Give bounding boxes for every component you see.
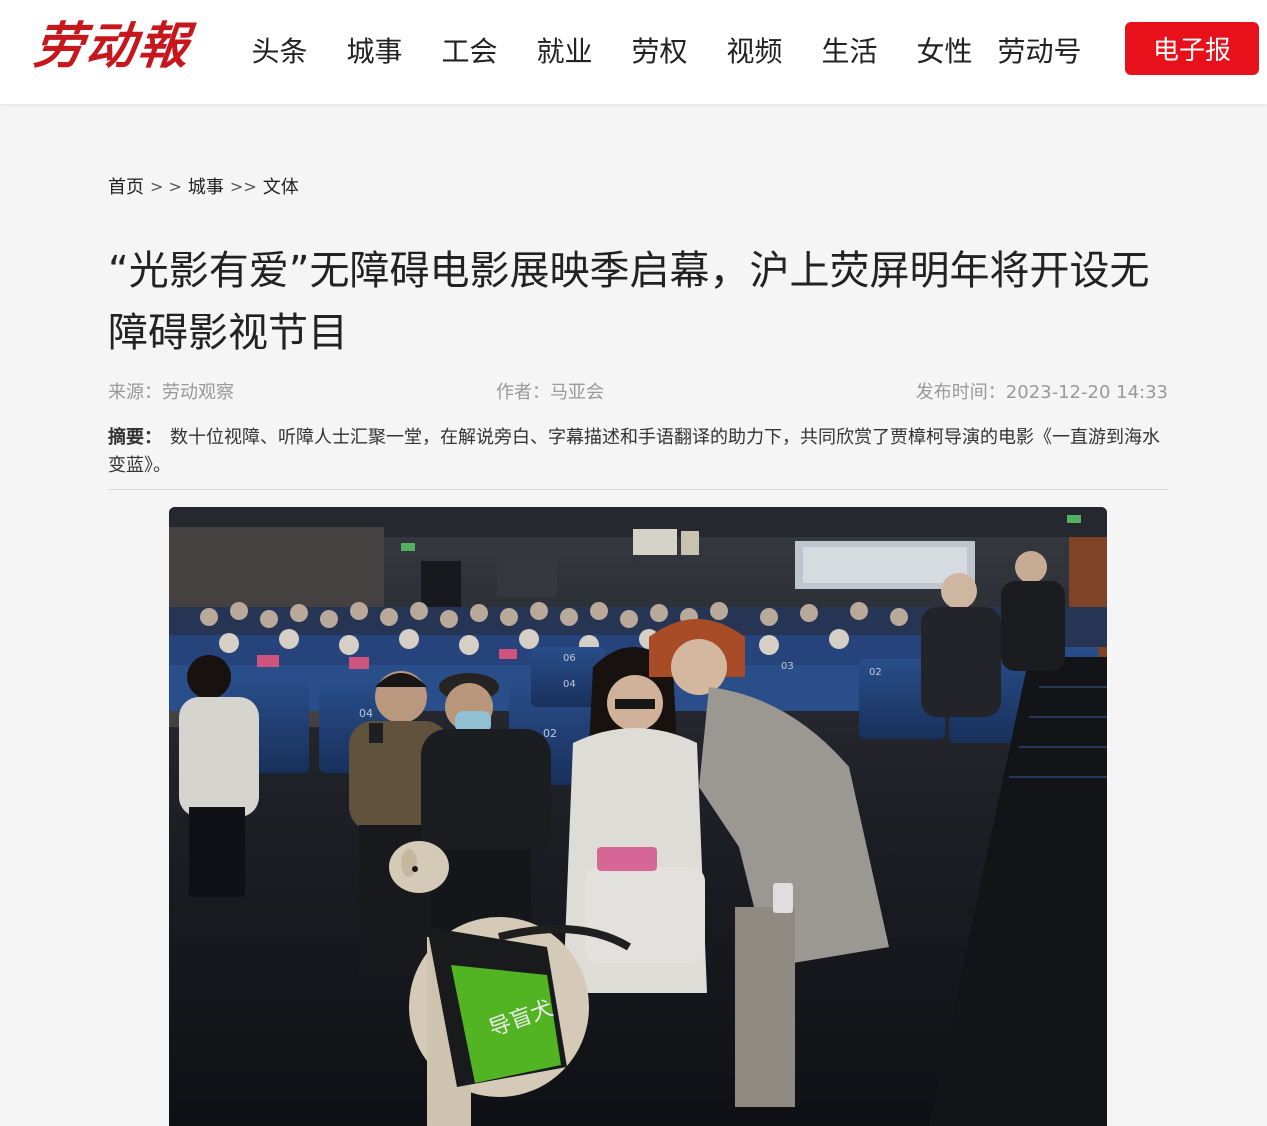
breadcrumb-subsection[interactable]: 文体	[263, 173, 299, 199]
summary-text: 数十位视障、听障人士汇聚一堂，在解说旁白、字幕描述和手语翻译的助力下，共同欣赏了…	[108, 427, 1160, 476]
nav-item-headlines[interactable]: 头条	[232, 30, 327, 70]
site-logo[interactable]: 劳动報	[31, 14, 194, 78]
breadcrumb-separator: > >	[150, 176, 182, 196]
article-meta: 来源：劳动观察 作者：马亚会 发布时间：2023-12-20 14:33	[108, 378, 1168, 406]
article-author: 作者：马亚会	[496, 382, 604, 403]
breadcrumb-home[interactable]: 首页	[108, 173, 144, 199]
epaper-button[interactable]: 电子报	[1125, 22, 1259, 75]
cinema-scene-illustration: 04 02 04 06 03 02	[169, 507, 1107, 1126]
nav-item-video[interactable]: 视频	[707, 30, 802, 70]
article-photo[interactable]: 04 02 04 06 03 02	[169, 507, 1107, 1126]
article-summary: 摘要： 数十位视障、听障人士汇聚一堂，在解说旁白、字幕描述和手语翻译的助力下，共同…	[108, 424, 1168, 480]
breadcrumb: 首页 > > 城事 >> 文体	[108, 173, 299, 199]
main-nav: 头条 城事 工会 就业 劳权 视频 生活 女性 劳动号	[232, 28, 1087, 72]
nav-item-women[interactable]: 女性	[897, 30, 992, 70]
summary-divider	[108, 489, 1168, 490]
nav-item-life[interactable]: 生活	[802, 30, 897, 70]
nav-item-union[interactable]: 工会	[422, 30, 517, 70]
nav-item-employment[interactable]: 就业	[517, 30, 612, 70]
top-navigation-bar: 劳动報 头条 城事 工会 就业 劳权 视频 生活 女性 劳动号 电子报	[0, 0, 1267, 104]
article-source: 来源：劳动观察	[108, 382, 234, 403]
summary-label: 摘要：	[108, 427, 162, 448]
breadcrumb-separator: >>	[229, 176, 257, 196]
nav-item-city[interactable]: 城事	[327, 30, 422, 70]
nav-item-labor-channel[interactable]: 劳动号	[992, 30, 1087, 70]
article-title: “光影有爱”无障碍电影展映季启幕，沪上荧屏明年将开设无障碍影视节目	[108, 248, 1150, 356]
article-publish-time: 发布时间：2023-12-20 14:33	[915, 382, 1168, 403]
breadcrumb-section[interactable]: 城事	[188, 173, 224, 199]
nav-item-labor-rights[interactable]: 劳权	[612, 30, 707, 70]
